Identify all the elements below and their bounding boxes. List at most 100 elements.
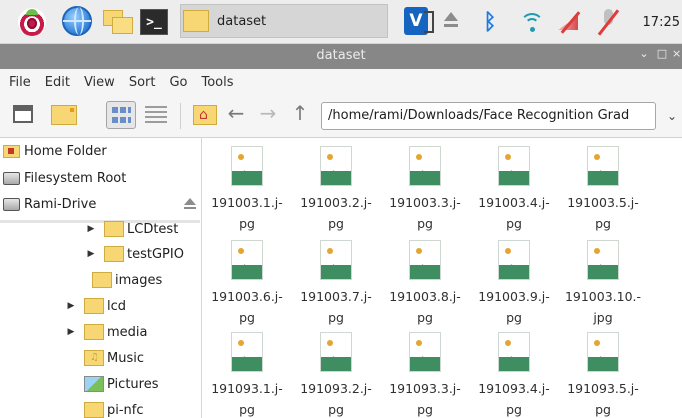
file-item[interactable]: 191003.10.- jpg: [559, 234, 647, 330]
menu-tools[interactable]: Tools: [195, 75, 241, 90]
expand-arrow-icon[interactable]: ▶: [66, 301, 76, 311]
expand-arrow-icon[interactable]: ▶: [86, 224, 96, 234]
web-browser-icon[interactable]: [62, 6, 92, 36]
image-file-icon: [409, 240, 441, 280]
microphone-muted-icon[interactable]: [596, 7, 622, 37]
new-folder-icon[interactable]: [51, 105, 77, 125]
tree-item-media[interactable]: ▶ media: [66, 319, 148, 345]
tree-item-label: Music: [107, 350, 144, 366]
place-home-folder[interactable]: Home Folder: [0, 138, 200, 164]
expand-arrow-icon[interactable]: ▶: [86, 249, 96, 259]
up-button[interactable]: ↑: [290, 101, 310, 129]
file-name: 191003.6.j-pg: [211, 289, 283, 325]
tree-item-lcdtest[interactable]: ▶ LCDtest: [86, 216, 178, 242]
tree-item-lcd[interactable]: ▶ lcd: [66, 293, 126, 319]
image-file-icon: [231, 146, 263, 186]
tree-item-pictures[interactable]: Pictures: [66, 371, 158, 397]
taskbar-window-button[interactable]: dataset: [180, 4, 388, 38]
file-name: 191093.5.j-pg: [567, 381, 639, 417]
file-item[interactable]: 191003.6.j-pg: [203, 234, 291, 330]
tree-item-label: LCDtest: [127, 221, 179, 237]
menu-sort[interactable]: Sort: [122, 75, 163, 90]
file-item[interactable]: 191093.5.j-pg: [559, 326, 647, 418]
taskbar-window-label: dataset: [217, 13, 267, 29]
list-view-button[interactable]: [145, 105, 167, 125]
bluetooth-icon[interactable]: ᛒ: [481, 8, 499, 36]
menu-file[interactable]: File: [0, 75, 38, 90]
file-item[interactable]: 191003.8.j-pg: [381, 234, 469, 330]
image-file-icon: [320, 332, 352, 372]
file-item[interactable]: 191093.4.j-pg: [470, 326, 558, 418]
folder-icon: [84, 298, 104, 314]
tree-item-images[interactable]: images: [74, 267, 162, 293]
place-filesystem-root[interactable]: Filesystem Root: [0, 165, 200, 191]
file-item[interactable]: 191003.9.j-pg: [470, 234, 558, 330]
forward-button[interactable]: →: [258, 101, 278, 129]
tree-item-label: pi-nfc: [107, 402, 144, 418]
clock[interactable]: 17:25: [634, 12, 680, 32]
vnc-icon[interactable]: V: [404, 7, 434, 35]
file-item[interactable]: 191003.4.j-pg: [470, 140, 558, 236]
icon-view-button[interactable]: [106, 101, 136, 129]
location-input[interactable]: /home/rami/Downloads/Face Recognition Gr…: [321, 102, 656, 130]
place-label: Rami-Drive: [24, 196, 97, 212]
file-item[interactable]: 191003.7.j-pg: [292, 234, 380, 330]
menu-view[interactable]: View: [77, 75, 122, 90]
file-item[interactable]: 191093.3.j-pg: [381, 326, 469, 418]
chevron-down-icon[interactable]: ⌄: [664, 104, 680, 128]
drive-icon: [3, 171, 20, 185]
file-name: 191093.3.j-pg: [389, 381, 461, 417]
close-button[interactable]: ×: [672, 47, 682, 65]
volume-muted-icon[interactable]: [556, 10, 586, 34]
tree-item-label: media: [107, 324, 148, 340]
file-item[interactable]: 191093.2.j-pg: [292, 326, 380, 418]
side-pane: Home Folder Filesystem Root Rami-Drive ▶…: [0, 138, 202, 418]
image-file-icon: [231, 332, 263, 372]
taskbar: >_ dataset V ᛒ 17:25: [0, 0, 682, 44]
file-name: 191003.10.- jpg: [564, 289, 642, 325]
image-file-icon: [320, 240, 352, 280]
tree-item-music[interactable]: Music: [66, 345, 144, 371]
new-window-icon[interactable]: [13, 105, 33, 123]
file-item[interactable]: 191003.3.j-pg: [381, 140, 469, 236]
tree-item-pi-nfc[interactable]: pi-nfc: [66, 397, 144, 418]
menu-go[interactable]: Go: [162, 75, 194, 90]
file-name: 191093.1.j-pg: [211, 381, 283, 417]
file-item[interactable]: 191093.1.j-pg: [203, 326, 291, 418]
expand-arrow-icon[interactable]: ▶: [66, 327, 76, 337]
file-name: 191003.3.j-pg: [389, 195, 461, 231]
tree-item-label: images: [115, 272, 163, 288]
music-folder-icon: [84, 350, 104, 366]
minimize-button[interactable]: ⌄: [636, 47, 652, 65]
tree-item-testgpio[interactable]: ▶ testGPIO: [86, 241, 184, 267]
terminal-icon[interactable]: >_: [140, 9, 168, 35]
menu-edit[interactable]: Edit: [38, 75, 77, 90]
place-label: Home Folder: [24, 143, 107, 159]
eject-icon[interactable]: [184, 198, 196, 210]
raspberry-pi-menu-icon[interactable]: [18, 8, 46, 36]
maximize-button[interactable]: □: [654, 47, 670, 65]
eject-icon[interactable]: [443, 12, 459, 32]
home-button[interactable]: [193, 105, 217, 125]
file-grid[interactable]: 191003.1.j-pg 191003.2.j-pg 191003.3.j-p…: [203, 138, 682, 418]
image-file-icon: [498, 332, 530, 372]
back-button[interactable]: ←: [226, 101, 246, 129]
file-name: 191003.9.j-pg: [478, 289, 550, 325]
drive-icon: [3, 197, 20, 211]
file-name: 191003.2.j-pg: [300, 195, 372, 231]
wifi-icon[interactable]: [520, 9, 544, 35]
home-folder-icon: [3, 144, 20, 158]
file-item[interactable]: 191003.2.j-pg: [292, 140, 380, 236]
image-file-icon: [587, 332, 619, 372]
place-label: Filesystem Root: [24, 170, 127, 186]
file-item[interactable]: 191003.1.j-pg: [203, 140, 291, 236]
folder-icon: [183, 10, 209, 32]
file-manager-icon[interactable]: [103, 10, 133, 34]
place-rami-drive[interactable]: Rami-Drive: [0, 191, 200, 217]
folder-icon: [84, 324, 104, 340]
window-titlebar[interactable]: dataset ⌄ □ ×: [0, 44, 682, 69]
file-name: 191003.8.j-pg: [389, 289, 461, 325]
folder-icon: [92, 272, 112, 288]
file-item[interactable]: 191003.5.j-pg: [559, 140, 647, 236]
image-file-icon: [587, 146, 619, 186]
